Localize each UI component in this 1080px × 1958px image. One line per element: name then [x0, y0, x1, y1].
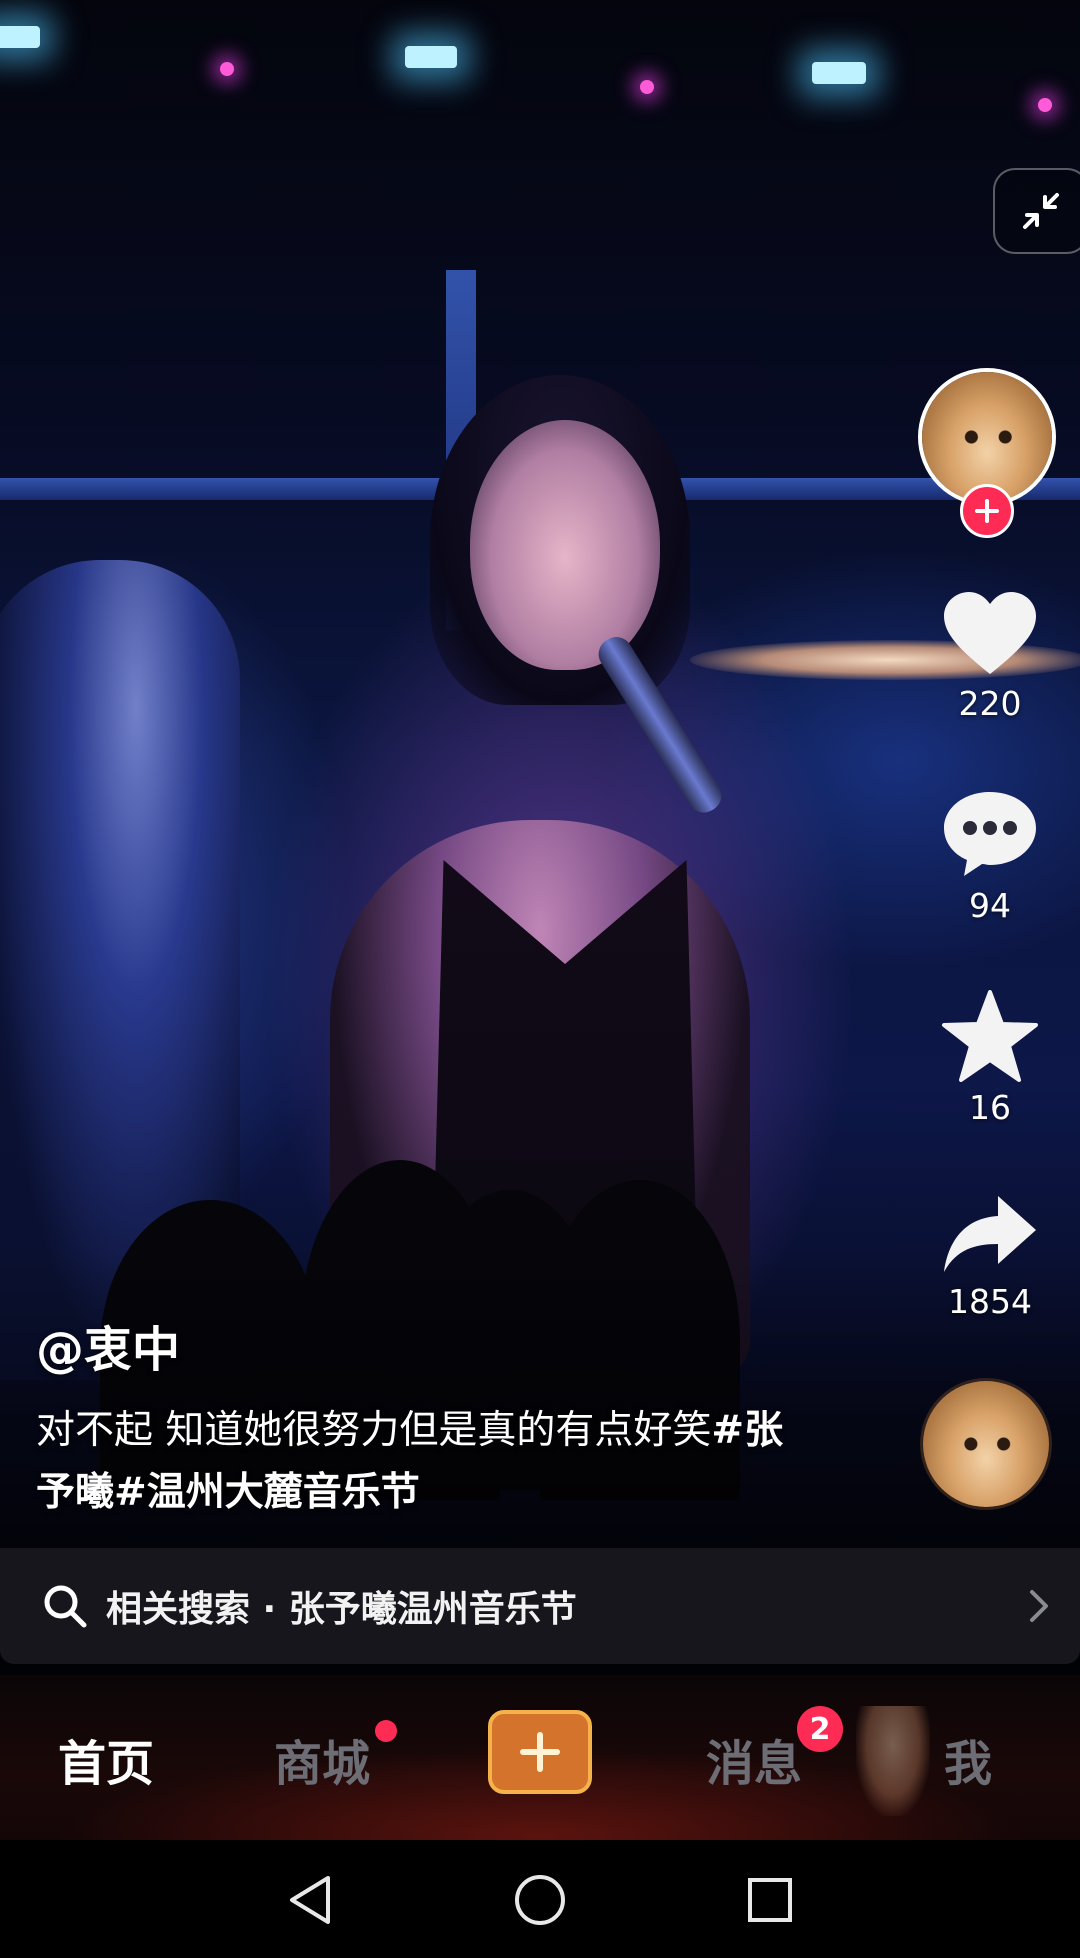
mall-notification-dot	[375, 1720, 397, 1742]
stage-light	[405, 46, 457, 68]
home-button[interactable]	[510, 1870, 570, 1930]
tab-home[interactable]: 首页	[58, 1724, 154, 1794]
follow-button[interactable]	[960, 484, 1014, 538]
recents-button[interactable]	[740, 1870, 800, 1930]
caption-text: 对不起 知道她很努力但是真的有点好笑	[36, 1408, 712, 1453]
favorite-button[interactable]: 16	[910, 990, 1070, 1127]
minimize-button[interactable]	[993, 168, 1080, 254]
home-icon	[515, 1875, 565, 1925]
tab-mall[interactable]: 商城	[274, 1724, 370, 1794]
share-button[interactable]: 1854	[910, 1192, 1070, 1321]
back-button[interactable]	[280, 1870, 340, 1930]
comment-count: 94	[969, 886, 1011, 925]
bottom-tab-bar: 首页 商城 消息 2 我	[0, 1676, 1080, 1840]
tab-me[interactable]: 我	[944, 1724, 992, 1794]
stage-light	[1038, 98, 1052, 112]
mascot-decoration	[856, 1706, 930, 1816]
like-count: 220	[958, 684, 1022, 723]
stage-light	[0, 26, 40, 48]
video-caption: 对不起 知道她很努力但是真的有点好笑#张予曦#温州大麓音乐节	[36, 1400, 796, 1524]
create-button[interactable]	[488, 1710, 592, 1794]
related-search-bar[interactable]: 相关搜索 · 张予曦温州音乐节	[0, 1548, 1080, 1664]
plus-icon	[520, 1732, 560, 1772]
tab-messages[interactable]: 消息	[706, 1724, 802, 1794]
like-button[interactable]: 220	[910, 588, 1070, 723]
chevron-right-icon	[1030, 1590, 1048, 1622]
hashtag-link[interactable]: #温州大麓音乐节	[114, 1470, 420, 1515]
stage-light	[640, 80, 654, 94]
star-icon	[942, 990, 1038, 1082]
messages-badge: 2	[797, 1706, 843, 1752]
plus-icon	[975, 499, 999, 523]
share-count: 1854	[948, 1282, 1032, 1321]
stage-light	[220, 62, 234, 76]
comment-button[interactable]: 94	[910, 788, 1070, 925]
comment-icon	[944, 792, 1036, 876]
author-name[interactable]: @衷中	[36, 1310, 180, 1380]
related-search-label: 相关搜索 · 张予曦温州音乐节	[106, 1589, 577, 1630]
heart-icon	[944, 592, 1036, 674]
system-nav-bar	[0, 1840, 1080, 1958]
recents-icon	[748, 1878, 792, 1922]
cat-avatar-image	[923, 1381, 1049, 1507]
music-disc[interactable]	[920, 1378, 1052, 1510]
cat-avatar-image	[922, 372, 1052, 502]
favorite-count: 16	[969, 1088, 1011, 1127]
singer-head	[470, 420, 660, 670]
share-arrow-icon	[944, 1196, 1036, 1272]
collapse-icon	[1023, 193, 1059, 229]
stage-light	[812, 62, 866, 84]
back-icon	[290, 1876, 330, 1924]
search-icon	[44, 1585, 87, 1628]
